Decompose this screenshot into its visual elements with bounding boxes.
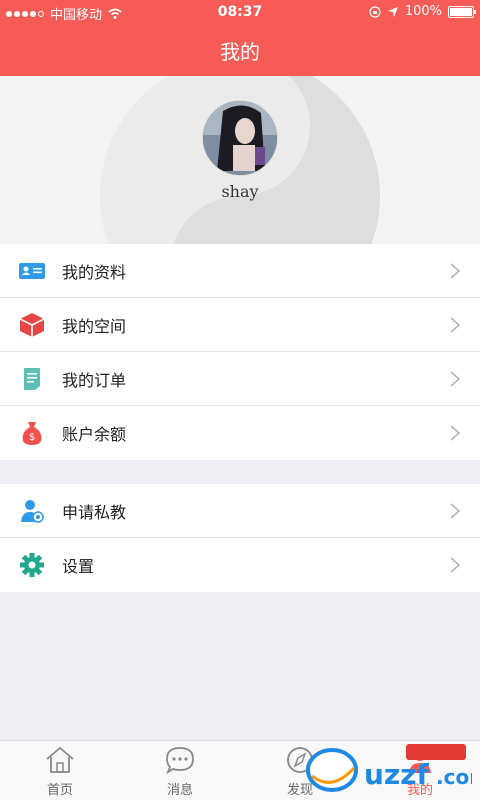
- location-arrow-icon: [387, 6, 398, 17]
- menu-label: 我的订单: [62, 370, 127, 390]
- cube-icon: [19, 313, 45, 337]
- menu-label: 账户余额: [62, 425, 127, 444]
- menu-item-my-orders[interactable]: 我的订单: [0, 352, 480, 406]
- menu-item-my-space[interactable]: 我的空间: [0, 298, 480, 352]
- menu-item-my-profile[interactable]: 我的资料: [0, 244, 480, 298]
- username: shay: [221, 182, 259, 201]
- menu-group-settings: 申请私教 设置: [0, 484, 480, 592]
- menu-label: 申请私教: [62, 502, 127, 522]
- menu-label: 我的资料: [62, 262, 127, 282]
- chevron-right-icon: [450, 371, 460, 387]
- svg-text:uzzf: uzzf: [364, 758, 430, 791]
- menu-label: 设置: [62, 557, 95, 576]
- avatar[interactable]: [202, 100, 278, 176]
- battery-icon: [448, 5, 476, 18]
- chevron-right-icon: [450, 317, 460, 333]
- chevron-right-icon: [450, 557, 460, 573]
- svg-text:$: $: [29, 432, 35, 443]
- money-bag-icon: $: [22, 422, 42, 445]
- tab-home[interactable]: 首页: [0, 741, 120, 800]
- status-bar: 中国移动 08:37 100%: [0, 0, 480, 24]
- menu-item-account-balance[interactable]: $ 账户余额: [0, 406, 480, 460]
- chevron-right-icon: [450, 263, 460, 279]
- uzzf-logo-icon: uzzf .com: [306, 744, 480, 792]
- page-title: 我的: [220, 40, 260, 64]
- app-header: 中国移动 08:37 100% 我的: [0, 0, 480, 76]
- menu-item-apply-coach[interactable]: 申请私教: [0, 484, 480, 538]
- menu-group-account: 我的资料 我的空间 我的订单 $ 账户余额: [0, 244, 480, 460]
- message-icon: [166, 747, 194, 775]
- svg-text:.com: .com: [436, 765, 472, 789]
- avatar-image: [203, 101, 277, 175]
- battery-percent: 100%: [404, 4, 442, 19]
- profile-card-icon: [19, 263, 45, 279]
- watermark-logo: uzzf .com: [302, 742, 480, 796]
- menu-item-settings[interactable]: 设置: [0, 538, 480, 592]
- profile-section: shay: [0, 76, 480, 244]
- tab-label: 消息: [166, 783, 193, 798]
- chevron-right-icon: [450, 425, 460, 441]
- rotation-lock-icon: [369, 5, 381, 18]
- gear-icon: [20, 553, 44, 577]
- coach-apply-icon: [21, 500, 44, 523]
- home-icon: [46, 746, 74, 773]
- status-right: 100%: [369, 4, 476, 19]
- menu-label: 我的空间: [62, 316, 127, 336]
- order-list-icon: [24, 368, 40, 390]
- tab-messages[interactable]: 消息: [120, 741, 240, 800]
- tab-label: 首页: [46, 783, 73, 798]
- chevron-right-icon: [450, 503, 460, 519]
